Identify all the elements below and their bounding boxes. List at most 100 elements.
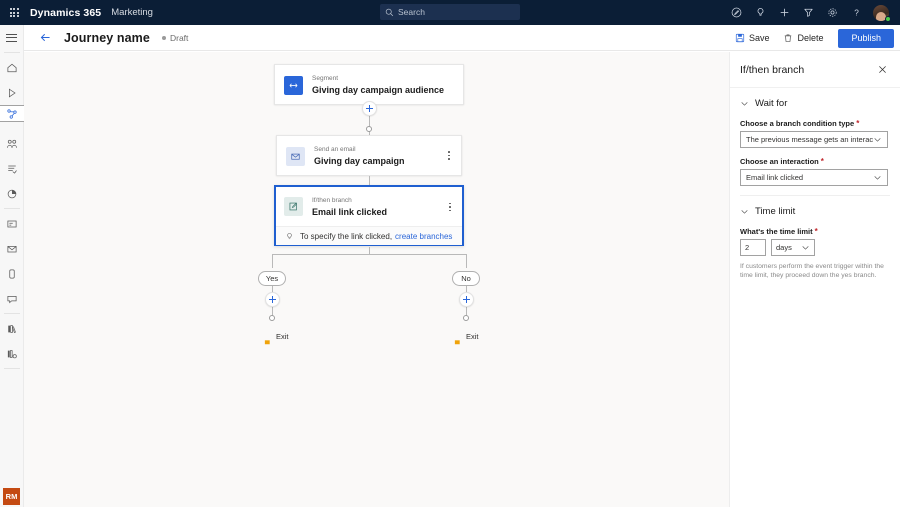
svg-text:?: ? bbox=[854, 8, 859, 17]
segment-icon bbox=[284, 75, 303, 95]
node-title: Giving day campaign bbox=[314, 156, 405, 166]
help-icon[interactable]: ? bbox=[844, 0, 868, 25]
sidebar-item-home[interactable] bbox=[0, 55, 24, 80]
time-limit-row: 2 days bbox=[740, 239, 890, 256]
connector-dot[interactable] bbox=[463, 315, 469, 321]
sidebar-item-menu[interactable] bbox=[0, 25, 24, 50]
connector-dot[interactable] bbox=[269, 315, 275, 321]
publish-button[interactable]: Publish bbox=[838, 28, 894, 48]
top-navigation-bar: Dynamics 365 Marketing Search ? bbox=[0, 0, 900, 25]
journey-node-ifthen-branch[interactable]: If/then branch Email link clicked To spe… bbox=[274, 185, 464, 246]
sidebar-item-analytics[interactable] bbox=[0, 181, 24, 206]
branch-label-no[interactable]: No bbox=[452, 271, 480, 286]
global-search-input[interactable]: Search bbox=[380, 4, 520, 20]
field-label-interaction: Choose an interaction * bbox=[740, 157, 890, 166]
envelope-icon bbox=[7, 245, 16, 252]
node-subtitle: Send an email bbox=[314, 146, 356, 153]
command-bar: Journey name Draft Save Delete Publish bbox=[0, 25, 900, 51]
lightbulb-icon[interactable] bbox=[748, 0, 772, 25]
node-title: Email link clicked bbox=[312, 206, 388, 217]
node-subtitle: If/then branch bbox=[312, 196, 352, 204]
branch-condition-type-select[interactable]: The previous message gets an interaction bbox=[740, 131, 888, 148]
journey-node-email[interactable]: Send an email Giving day campaign bbox=[276, 135, 462, 176]
field-label-text: What's the time limit bbox=[740, 227, 813, 236]
interaction-select[interactable]: Email link clicked bbox=[740, 169, 888, 186]
app-launcher-icon[interactable] bbox=[0, 0, 28, 25]
required-asterisk: * bbox=[820, 156, 824, 166]
exit-label: Exit bbox=[276, 332, 289, 341]
node-text: Segment Giving day campaign audience bbox=[312, 74, 444, 96]
branch-icon bbox=[284, 197, 303, 216]
user-org-badge[interactable]: RM bbox=[3, 488, 20, 505]
save-label: Save bbox=[748, 33, 770, 43]
plus-icon[interactable] bbox=[772, 0, 796, 25]
exit-flag-icon bbox=[264, 333, 271, 345]
add-step-button-no[interactable] bbox=[459, 292, 474, 307]
sidebar-item-segments[interactable] bbox=[0, 156, 24, 181]
connector-dot[interactable] bbox=[366, 126, 372, 132]
phone-icon bbox=[8, 269, 15, 278]
connector-line bbox=[272, 254, 273, 268]
sidebar-item-mobile[interactable] bbox=[0, 261, 24, 286]
chevron-down-icon bbox=[874, 138, 881, 142]
sidebar-item-assets[interactable] bbox=[0, 316, 24, 341]
node-text: Send an email Giving day campaign bbox=[314, 145, 405, 167]
sidebar-item-forms[interactable] bbox=[0, 211, 24, 236]
create-branches-link[interactable]: create branches bbox=[395, 232, 452, 241]
filter-icon[interactable] bbox=[796, 0, 820, 25]
avatar[interactable] bbox=[868, 0, 894, 25]
exit-node-yes[interactable]: Exit bbox=[264, 332, 289, 345]
hamburger-icon bbox=[6, 31, 17, 44]
close-icon[interactable] bbox=[874, 62, 890, 78]
save-button[interactable]: Save bbox=[728, 28, 777, 48]
command-bar-actions: Save Delete Publish bbox=[728, 25, 894, 51]
panel-header: If/then branch bbox=[730, 52, 900, 88]
section-header-wait-for[interactable]: Wait for bbox=[740, 98, 890, 109]
chevron-down-icon bbox=[741, 210, 748, 214]
sidebar-item-recent[interactable] bbox=[0, 80, 24, 105]
branch-label-yes-text: Yes bbox=[265, 274, 279, 283]
section-header-time-limit[interactable]: Time limit bbox=[740, 206, 890, 217]
journey-canvas[interactable]: Segment Giving day campaign audience Sen… bbox=[24, 52, 729, 507]
status-label: Draft bbox=[169, 32, 189, 43]
interaction-value: Email link clicked bbox=[746, 173, 804, 182]
exit-node-no[interactable]: Exit bbox=[454, 332, 479, 345]
chat-icon bbox=[7, 295, 16, 303]
rail-footer: RM bbox=[3, 488, 20, 505]
branch-hint-bar: To specify the link clicked, create bran… bbox=[276, 226, 462, 245]
back-button[interactable] bbox=[32, 25, 58, 51]
sidebar-item-settings-library[interactable] bbox=[0, 341, 24, 366]
funnel-list-icon bbox=[7, 165, 17, 174]
add-step-button-yes[interactable] bbox=[265, 292, 280, 307]
status-dot-icon bbox=[161, 35, 166, 40]
edit-icon[interactable] bbox=[724, 0, 748, 25]
node-overflow-menu-icon[interactable] bbox=[444, 148, 454, 164]
section-title: Wait for bbox=[755, 98, 788, 109]
branch-label-yes[interactable]: Yes bbox=[258, 271, 286, 286]
rail-divider bbox=[3, 52, 20, 53]
node-text: If/then branch Email link clicked bbox=[312, 196, 387, 218]
sidebar-item-email[interactable] bbox=[0, 236, 24, 261]
node-overflow-menu-icon[interactable] bbox=[445, 199, 455, 215]
sidebar-item-customers[interactable] bbox=[0, 131, 24, 156]
journey-node-segment[interactable]: Segment Giving day campaign audience bbox=[274, 64, 464, 105]
time-limit-unit-select[interactable]: days bbox=[771, 239, 815, 256]
field-label-text: Choose a branch condition type bbox=[740, 119, 855, 128]
node-title: Giving day campaign audience bbox=[312, 85, 445, 95]
back-arrow-icon bbox=[40, 33, 50, 42]
home-icon bbox=[7, 63, 16, 72]
search-placeholder: Search bbox=[398, 7, 425, 17]
panel-divider bbox=[740, 195, 890, 196]
add-step-button[interactable] bbox=[362, 101, 377, 116]
node-content: If/then branch Email link clicked bbox=[276, 187, 462, 226]
form-icon bbox=[7, 220, 16, 227]
time-limit-amount-input[interactable]: 2 bbox=[740, 239, 766, 256]
node-subtitle: Segment bbox=[312, 75, 339, 82]
journey-icon bbox=[6, 108, 17, 119]
page-title: Journey name bbox=[64, 30, 150, 45]
connector-line bbox=[369, 247, 370, 254]
sidebar-item-push[interactable] bbox=[0, 286, 24, 311]
delete-button[interactable]: Delete bbox=[776, 28, 830, 48]
chevron-down-icon bbox=[874, 176, 881, 180]
gear-icon[interactable] bbox=[820, 0, 844, 25]
